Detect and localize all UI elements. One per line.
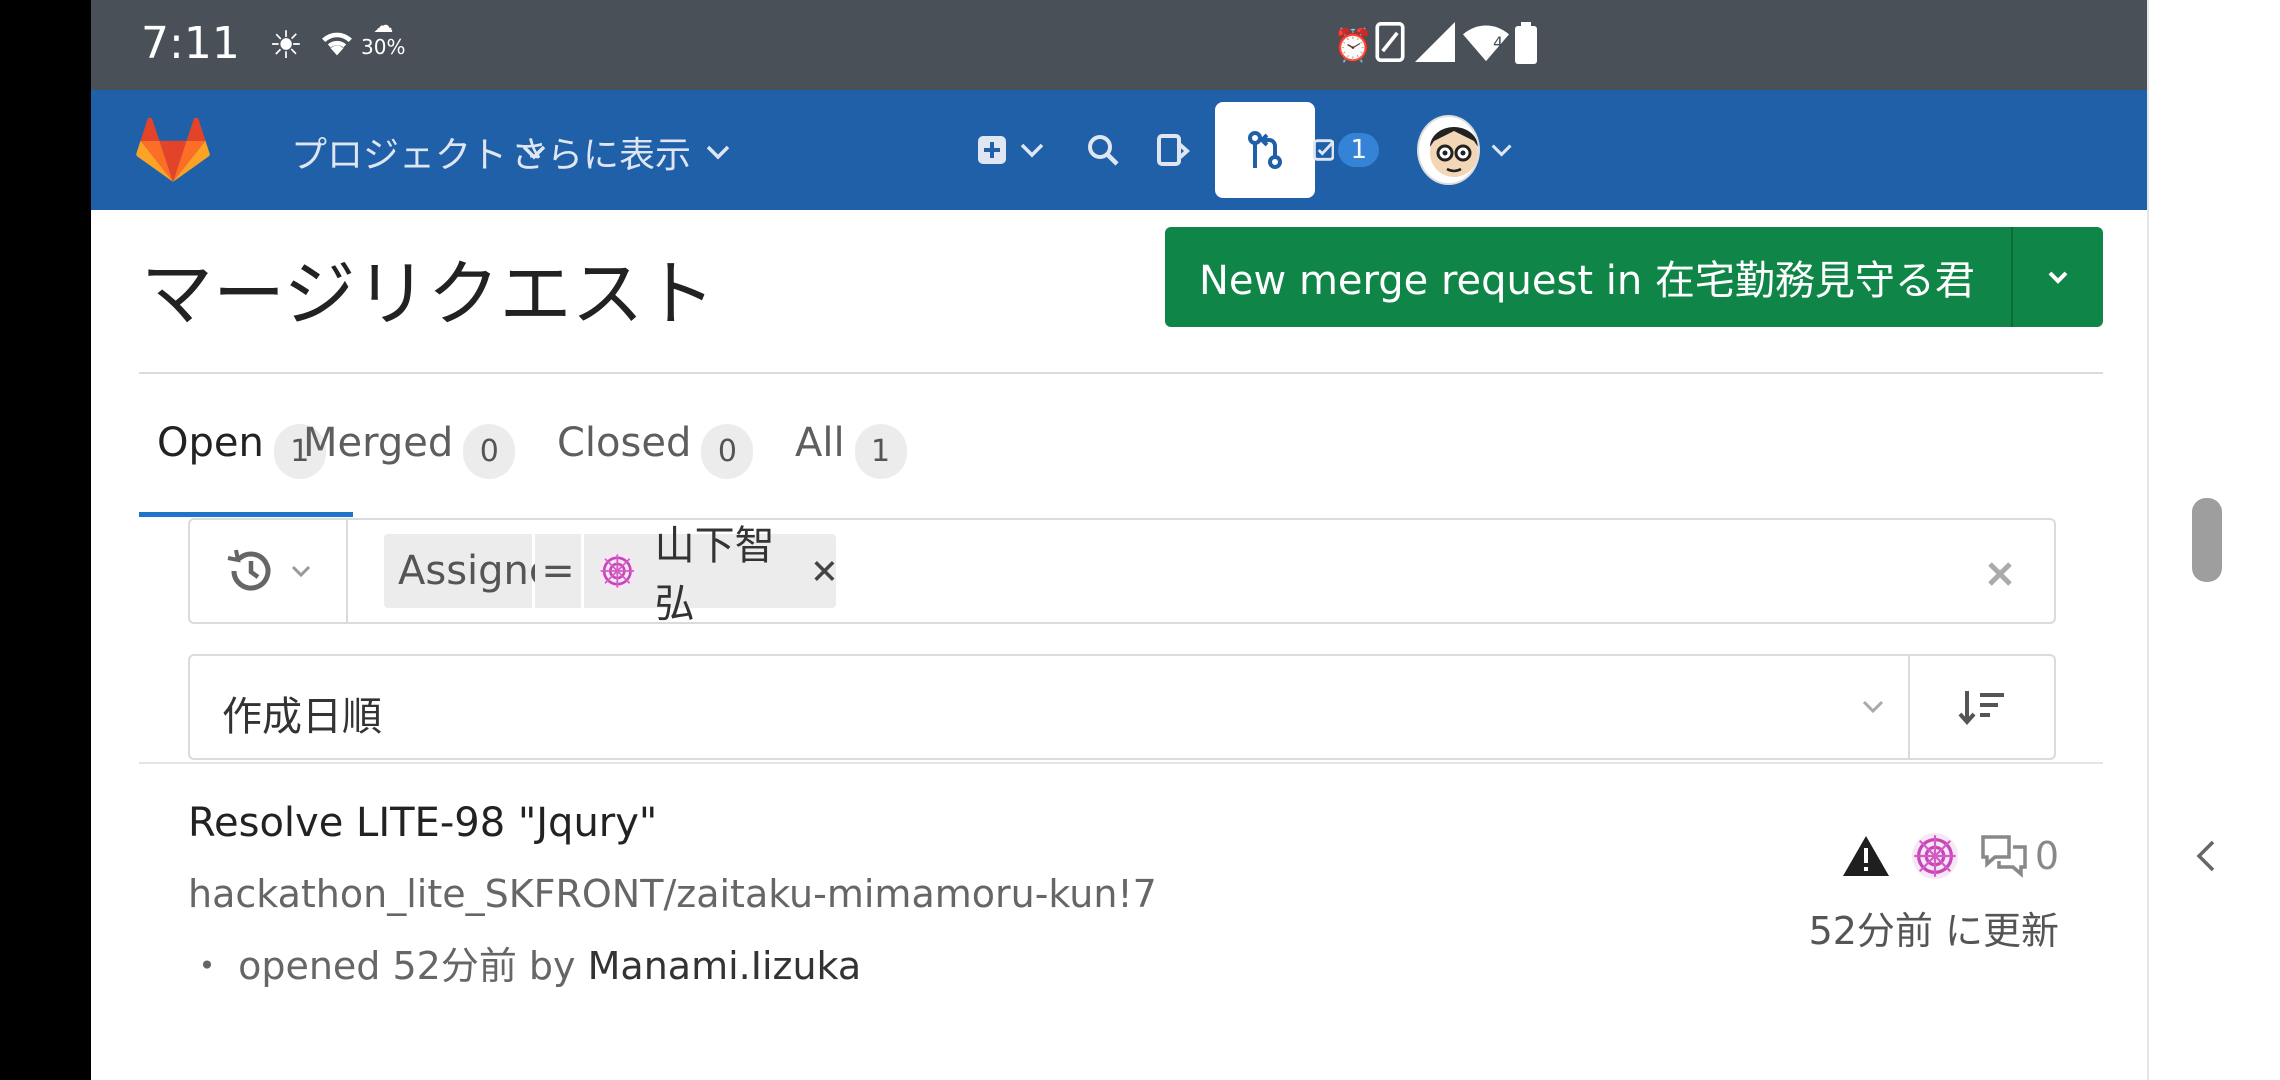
- issues-icon: [1157, 134, 1190, 166]
- chevron-down-icon: [1491, 144, 1512, 157]
- chevron-down-icon: [1020, 143, 1044, 158]
- search-button[interactable]: [1073, 102, 1133, 198]
- merge-request-author-link[interactable]: Manami.Iizuka: [588, 944, 862, 988]
- todo-count-badge: 1: [1338, 133, 1379, 167]
- close-icon: [1988, 562, 2012, 586]
- browser-page: 7:11 ☀ ☁ 30% ⏰ 4 プロジェクト さらに表示 1 マージリクエスト…: [91, 0, 2147, 1080]
- warning-icon[interactable]: [1841, 834, 1891, 878]
- status-time: 7:11: [141, 18, 240, 69]
- signal-label: 4: [1493, 33, 1504, 52]
- tab-merged[interactable]: Merged 0: [303, 410, 516, 518]
- new-merge-request-button[interactable]: New merge request in 在宅勤務見守る君: [1165, 227, 2103, 327]
- issues-button[interactable]: [1143, 102, 1203, 198]
- tab-all-label: All: [795, 420, 845, 466]
- header-divider: [139, 372, 2103, 374]
- sort-selected-label: 作成日順: [222, 694, 382, 740]
- battery-icon: [1515, 22, 1537, 74]
- remove-token-icon[interactable]: [813, 558, 836, 584]
- chevron-down-icon: [291, 565, 311, 578]
- assignee-avatar-icon[interactable]: [1911, 832, 1959, 880]
- weather-icon: ☁ 30%: [361, 13, 406, 59]
- nav-more-label: さらに表示: [511, 135, 692, 176]
- page-title: マージリクエスト: [141, 252, 716, 336]
- todo-check-icon: [1313, 139, 1335, 161]
- gitlab-logo-icon[interactable]: [136, 115, 210, 188]
- new-merge-request-label: New merge request in 在宅勤務見守る君: [1199, 258, 1975, 304]
- chevron-down-icon: [1862, 700, 1884, 714]
- comments-icon: [1981, 835, 2027, 878]
- active-tab-indicator: [139, 512, 353, 517]
- user-menu-dropdown[interactable]: [1417, 102, 1513, 198]
- sort-descending-icon: [1958, 691, 2004, 726]
- merge-request-updated-time: 52分前 に更新: [1808, 909, 2059, 953]
- filter-token-operator-label: =: [541, 548, 575, 594]
- comments-count-link[interactable]: 0: [1979, 833, 2059, 879]
- comments-count: 0: [2034, 834, 2059, 878]
- merge-request-title-link[interactable]: Resolve LITE-98 "Jqury": [188, 800, 657, 846]
- history-icon: [227, 549, 271, 591]
- weather-percent: 30%: [361, 35, 406, 59]
- status-bar: 7:11 ☀ ☁ 30% ⏰ 4: [91, 0, 2147, 90]
- sort-dropdown[interactable]: 作成日順: [190, 656, 1910, 758]
- chevron-left-icon[interactable]: [2193, 836, 2219, 886]
- chevron-down-icon: [706, 145, 730, 160]
- brightness-icon: ☀: [269, 23, 304, 67]
- sort-direction-button[interactable]: [1912, 656, 2054, 758]
- nav-projects-dropdown[interactable]: プロジェクト: [291, 126, 547, 178]
- todos-button[interactable]: 1: [1313, 102, 1379, 198]
- assignee-avatar-icon: [598, 552, 636, 590]
- sort-controls: 作成日順: [188, 654, 2056, 760]
- new-item-dropdown[interactable]: [957, 102, 1065, 198]
- user-avatar: [1417, 115, 1480, 185]
- filter-token-value[interactable]: 山下智弘: [584, 523, 836, 627]
- merge-requests-button[interactable]: [1215, 102, 1315, 198]
- tab-closed-label: Closed: [557, 420, 692, 466]
- chevron-down-icon: [2048, 271, 2068, 284]
- merge-request-status-icons: 0: [1841, 832, 2059, 880]
- nav-more-dropdown[interactable]: さらに表示: [511, 126, 731, 178]
- new-merge-request-dropdown-toggle[interactable]: [2011, 227, 2103, 327]
- tab-open-label: Open: [157, 420, 264, 466]
- filter-token-key[interactable]: Assignee: [384, 534, 578, 608]
- tab-closed-count: 0: [701, 424, 754, 479]
- clear-search-button[interactable]: [1986, 552, 2014, 598]
- merge-request-reference: hackathon_lite_SKFRONT/zaitaku-mimamoru-…: [188, 872, 1157, 916]
- tab-all-count: 1: [854, 424, 907, 479]
- filtered-search-bar[interactable]: Assignee = 山下智弘: [188, 518, 2056, 627]
- merge-request-icon: [1248, 131, 1282, 169]
- alarm-icon: ⏰: [1333, 26, 1373, 64]
- nav-projects-label: プロジェクト: [291, 135, 508, 176]
- search-icon: [1088, 135, 1119, 166]
- nfc-icon: [1375, 22, 1405, 72]
- list-divider: [139, 762, 2103, 764]
- merge-request-meta: ・ opened 52分前 by Manami.Iizuka: [188, 935, 861, 990]
- filter-token-operator[interactable]: =: [535, 534, 581, 608]
- wifi-status-icon: [317, 22, 357, 72]
- tab-merged-label: Merged: [303, 420, 454, 466]
- recent-searches-dropdown[interactable]: [190, 520, 348, 622]
- tab-closed[interactable]: Closed 0: [557, 410, 754, 518]
- merge-request-opened-text: ・ opened 52分前 by: [188, 944, 576, 988]
- scrollbar-thumb[interactable]: [2192, 498, 2222, 582]
- tab-all[interactable]: All 1: [795, 410, 907, 518]
- tab-open[interactable]: Open 1: [157, 410, 326, 518]
- top-navbar: プロジェクト さらに表示 1: [91, 90, 2147, 210]
- state-tabs: Open 1 Merged 0 Closed 0 All 1: [139, 410, 2103, 518]
- filter-token-value-label: 山下智弘: [654, 523, 775, 627]
- tab-merged-count: 0: [463, 424, 516, 479]
- merge-request-list-item: Resolve LITE-98 "Jqury" hackathon_lite_S…: [188, 800, 2103, 1000]
- plus-square-icon: [978, 136, 1006, 164]
- signal-icon: [1411, 22, 1455, 72]
